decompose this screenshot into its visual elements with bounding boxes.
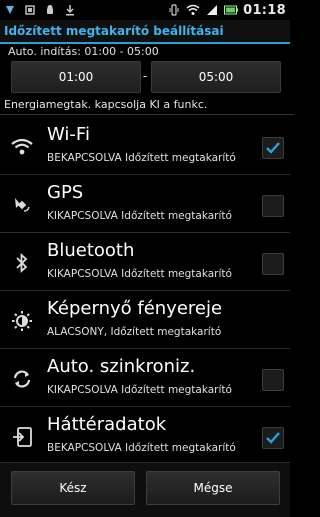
battery-icon (224, 3, 239, 17)
background-data-icon (10, 425, 34, 449)
status-bar: 01:18 (0, 0, 290, 20)
list-item-gps[interactable]: GPS KIKAPCSOLVA Időzített megtakarító (0, 175, 290, 233)
item-title: Bluetooth (47, 240, 135, 261)
list-item-bluetooth[interactable]: Bluetooth KIKAPCSOLVA Időzített megtakar… (0, 233, 290, 291)
list-item-auto-sync[interactable]: Auto. szinkroniz. KIKAPCSOLVA Időzített … (0, 349, 290, 407)
item-subtitle: KIKAPCSOLVA Időzített megtakarító (47, 210, 232, 222)
item-subtitle: ALACSONY, Időzített megtakarító (47, 326, 222, 338)
section-label: Energiamegtak. kapcsolja KI a funkc. (0, 96, 294, 115)
auto-sync-checkbox[interactable] (262, 369, 284, 391)
item-title: Auto. szinkroniz. (47, 356, 196, 377)
start-time-value: 01:00 (58, 70, 94, 84)
item-title: Wi-Fi (47, 124, 90, 145)
wifi-checkbox[interactable] (262, 137, 284, 159)
item-title: Képernyő fényereje (47, 298, 223, 319)
item-subtitle: KIKAPCSOLVA Időzített megtakarító (47, 384, 232, 396)
item-title: Háttéradatok (47, 414, 167, 435)
feature-list: Wi-Fi BEKAPCSOLVA Időzített megtakarító … (0, 117, 290, 464)
vibrate-icon (167, 3, 181, 17)
dialog-title-bar: Időzített megtakarító beállításai (0, 20, 290, 44)
android-icon (43, 3, 57, 17)
auto-start-label: Auto. indítás: 01:00 - 05:00 (8, 45, 159, 58)
end-time-button[interactable]: 05:00 (151, 61, 281, 93)
gps-checkbox[interactable] (262, 195, 284, 217)
status-bar-left (0, 3, 77, 17)
dialog-title: Időzített megtakarító beállításai (4, 24, 224, 38)
list-item-brightness[interactable]: Képernyő fényereje ALACSONY, Időzített m… (0, 291, 290, 349)
item-subtitle: BEKAPCSOLVA Időzített megtakarító (47, 152, 236, 164)
button-bar: Kész Mégse (0, 462, 290, 517)
status-bar-right: 01:18 (167, 3, 290, 18)
wifi-icon (10, 135, 34, 159)
download-icon (63, 3, 77, 17)
end-time-value: 05:00 (198, 70, 234, 84)
bluetooth-checkbox[interactable] (262, 253, 284, 275)
item-title: GPS (47, 182, 84, 203)
done-button-label: Kész (59, 481, 87, 495)
time-separator: - (142, 69, 148, 83)
background-data-checkbox[interactable] (262, 427, 284, 449)
sync-icon (10, 367, 34, 391)
item-subtitle: KIKAPCSOLVA Időzített megtakarító (47, 268, 232, 280)
gps-icon (10, 193, 34, 217)
list-item-wifi[interactable]: Wi-Fi BEKAPCSOLVA Időzített megtakarító (0, 117, 290, 175)
clock: 01:18 (243, 2, 286, 18)
cancel-button[interactable]: Mégse (146, 471, 280, 505)
sync-icon (3, 3, 17, 17)
cancel-button-label: Mégse (193, 481, 233, 495)
battery-saver-icon (23, 3, 37, 17)
brightness-icon (10, 309, 34, 333)
done-button[interactable]: Kész (11, 471, 135, 505)
list-item-background-data[interactable]: Háttéradatok BEKAPCSOLVA Időzített megta… (0, 407, 290, 464)
bluetooth-icon (10, 251, 34, 275)
signal-icon (205, 3, 219, 17)
wifi-icon (186, 3, 200, 17)
start-time-button[interactable]: 01:00 (11, 61, 141, 93)
item-subtitle: BEKAPCSOLVA Időzített megtakarító (47, 442, 236, 454)
